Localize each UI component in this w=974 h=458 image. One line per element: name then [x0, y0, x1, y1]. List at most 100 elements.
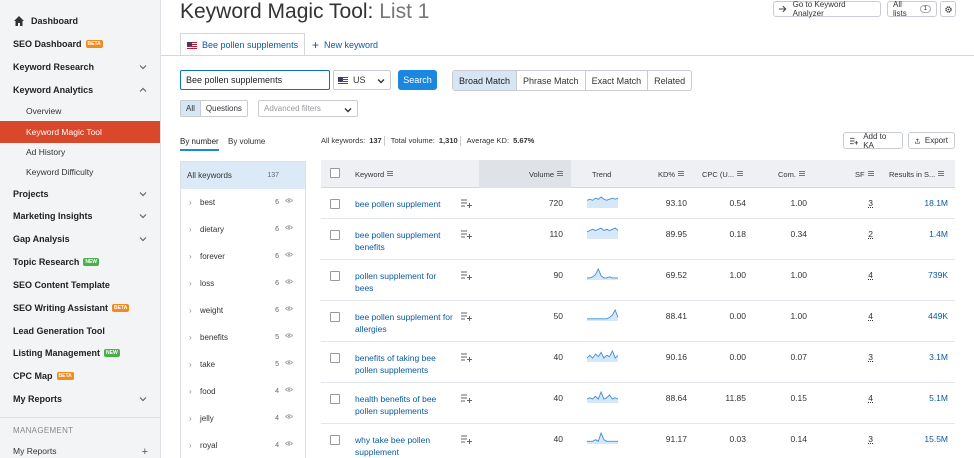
sidebar-item-keyword-difficulty[interactable]: Keyword Difficulty: [0, 161, 160, 183]
serp-features-value[interactable]: 3: [857, 434, 873, 444]
sidebar-item-lead-generation-tool[interactable]: Lead Generation Tool: [0, 320, 160, 342]
keyword-link[interactable]: bee pollen supplement benefits: [355, 229, 455, 253]
results-value[interactable]: 449K: [904, 311, 948, 321]
keyword-search-input[interactable]: [180, 70, 330, 90]
add-to-list-icon[interactable]: [461, 353, 472, 362]
broad-match-button[interactable]: Broad Match: [453, 71, 518, 90]
group-item[interactable]: › loss 6: [181, 270, 305, 297]
tab-bee-pollen-supplements[interactable]: Bee pollen supplements: [180, 33, 306, 56]
add-to-list-icon[interactable]: [461, 230, 472, 239]
row-checkbox[interactable]: [330, 230, 340, 240]
column-header-results[interactable]: Results in S...: [889, 160, 945, 188]
row-checkbox[interactable]: [330, 435, 340, 445]
sidebar-item-seo-writing-assistant[interactable]: SEO Writing Assistant BETA: [0, 297, 160, 319]
all-lists-button[interactable]: All lists 1: [887, 0, 937, 18]
eye-icon[interactable]: [285, 387, 293, 392]
add-to-list-icon[interactable]: [461, 394, 472, 403]
exact-match-button[interactable]: Exact Match: [586, 71, 649, 90]
by-volume-tab[interactable]: By volume: [228, 137, 265, 146]
sidebar-item-keyword-analytics[interactable]: Keyword Analytics: [0, 79, 160, 101]
row-checkbox[interactable]: [330, 271, 340, 281]
group-item[interactable]: › weight 6: [181, 297, 305, 324]
keyword-link[interactable]: bee pollen supplement: [355, 198, 455, 210]
sidebar-item-marketing-insights[interactable]: Marketing Insights: [0, 205, 160, 227]
new-keyword-tab[interactable]: + New keyword: [312, 38, 378, 52]
plus-icon[interactable]: +: [142, 446, 148, 458]
sidebar-item-gap-analysis[interactable]: Gap Analysis: [0, 228, 160, 250]
keyword-link[interactable]: why take bee pollen supplement: [355, 434, 455, 458]
sidebar-item-topic-research[interactable]: Topic Research NEW: [0, 251, 160, 273]
eye-icon[interactable]: [285, 252, 293, 257]
group-item[interactable]: › benefits 5: [181, 324, 305, 351]
column-header-sf[interactable]: SF: [855, 160, 874, 188]
group-item[interactable]: › best 6: [181, 189, 305, 216]
results-value[interactable]: 739K: [904, 270, 948, 280]
eye-icon[interactable]: [285, 225, 293, 230]
group-all-keywords[interactable]: All keywords 137: [181, 162, 305, 189]
related-button[interactable]: Related: [648, 71, 691, 90]
eye-icon[interactable]: [285, 360, 293, 365]
eye-icon[interactable]: [285, 198, 293, 203]
search-button[interactable]: Search: [398, 70, 437, 90]
sidebar-item-overview[interactable]: Overview: [0, 100, 160, 122]
sidebar-item-projects[interactable]: Projects: [0, 183, 160, 205]
add-to-list-icon[interactable]: [461, 435, 472, 444]
serp-features-value[interactable]: 2: [857, 229, 873, 239]
keyword-link[interactable]: health benefits of bee pollen supplement…: [355, 393, 455, 417]
results-value[interactable]: 1.4M: [904, 229, 948, 239]
add-to-list-icon[interactable]: [461, 271, 472, 280]
phrase-match-button[interactable]: Phrase Match: [517, 71, 586, 90]
add-to-ka-button[interactable]: Add to KA: [843, 132, 903, 150]
group-item[interactable]: › dietary 6: [181, 216, 305, 243]
group-item[interactable]: › forever 6: [181, 243, 305, 270]
add-to-list-icon[interactable]: [461, 199, 472, 208]
group-item[interactable]: › royal 4: [181, 432, 305, 458]
settings-button[interactable]: [940, 1, 956, 17]
group-item[interactable]: › jelly 4: [181, 405, 305, 432]
questions-filter-button[interactable]: Questions: [201, 101, 247, 116]
results-value[interactable]: 3.1M: [904, 352, 948, 362]
sidebar-item-keyword-magic-tool[interactable]: Keyword Magic Tool: [0, 121, 160, 143]
database-select[interactable]: US: [333, 70, 391, 90]
keyword-link[interactable]: pollen supplement for bees: [355, 270, 455, 294]
add-to-list-icon[interactable]: [461, 312, 472, 321]
serp-features-value[interactable]: 4: [857, 311, 873, 321]
sidebar-item-ad-history[interactable]: Ad History: [0, 141, 160, 163]
advanced-filters-dropdown[interactable]: Advanced filters: [258, 100, 358, 117]
results-value[interactable]: 18.1M: [904, 198, 948, 208]
sidebar-item-cpc-map[interactable]: CPC Map BETA: [0, 365, 160, 387]
sidebar-item-seo-dashboard[interactable]: SEO Dashboard BETA: [0, 33, 160, 55]
sidebar-item-dashboard[interactable]: Dashboard: [0, 10, 160, 32]
eye-icon[interactable]: [285, 306, 293, 311]
column-header-kd[interactable]: KD%: [658, 160, 685, 188]
sidebar-item-management-my-reports[interactable]: My Reports +: [0, 440, 160, 458]
select-all-checkbox[interactable]: [330, 168, 340, 178]
group-item[interactable]: › take 5: [181, 351, 305, 378]
row-checkbox[interactable]: [330, 199, 340, 209]
column-header-keyword[interactable]: Keyword: [355, 160, 394, 188]
column-header-com[interactable]: Com.: [778, 160, 805, 188]
row-checkbox[interactable]: [330, 394, 340, 404]
sidebar-item-listing-management[interactable]: Listing Management NEW: [0, 342, 160, 364]
row-checkbox[interactable]: [330, 312, 340, 322]
results-value[interactable]: 5.1M: [904, 393, 948, 403]
goto-keyword-analyzer-button[interactable]: Go to Keyword Analyzer: [773, 0, 881, 18]
column-header-trend[interactable]: Trend: [592, 160, 611, 188]
eye-icon[interactable]: [285, 441, 293, 446]
serp-features-value[interactable]: 3: [857, 352, 873, 362]
sidebar-item-keyword-research[interactable]: Keyword Research: [0, 56, 160, 78]
results-value[interactable]: 15.5M: [904, 434, 948, 444]
row-checkbox[interactable]: [330, 353, 340, 363]
sidebar-item-my-reports[interactable]: My Reports: [0, 388, 160, 410]
serp-features-value[interactable]: 4: [857, 270, 873, 280]
sidebar-item-seo-content-template[interactable]: SEO Content Template: [0, 274, 160, 296]
keyword-link[interactable]: benefits of taking bee pollen supplement…: [355, 352, 455, 376]
serp-features-value[interactable]: 4: [857, 393, 873, 403]
all-filter-button[interactable]: All: [181, 101, 201, 116]
eye-icon[interactable]: [285, 333, 293, 338]
group-item[interactable]: › food 4: [181, 378, 305, 405]
serp-features-value[interactable]: 3: [857, 198, 873, 208]
export-button[interactable]: Export: [908, 132, 955, 149]
keyword-link[interactable]: bee pollen supplement for allergies: [355, 311, 455, 335]
eye-icon[interactable]: [285, 414, 293, 419]
